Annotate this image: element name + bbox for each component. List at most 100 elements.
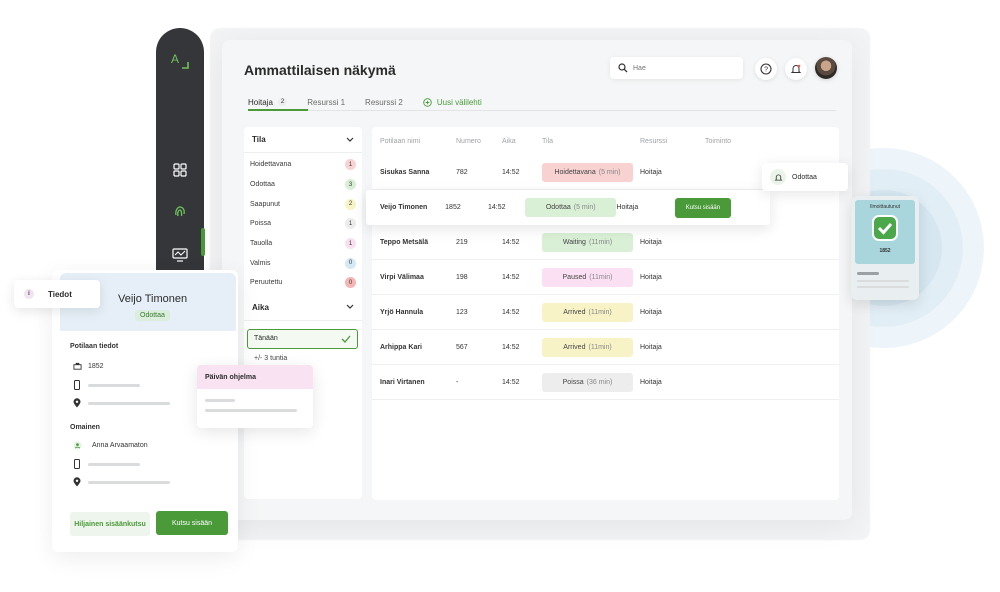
new-tab-label: Uusi välilehti (436, 97, 482, 107)
waiting-notification: Odottaa (762, 163, 848, 191)
new-tab-button[interactable]: Uusi välilehti (423, 98, 482, 107)
status-pill-label: Poissa (562, 378, 584, 386)
kiosk-number: 1852 (879, 248, 891, 254)
info-tab[interactable]: i Tiedot (14, 280, 100, 308)
status-filter-item[interactable]: Hoidettavana 1 (244, 155, 362, 175)
col-status: Tila (542, 137, 554, 145)
monitor-icon[interactable] (170, 245, 190, 265)
address-placeholder-line (88, 480, 170, 484)
table-header: Potilaan nimi Numero Aika Tila Resurssi … (372, 127, 839, 155)
info-icon: i (24, 289, 34, 299)
quiet-call-button[interactable]: Hiljainen sisäänkutsu (70, 512, 150, 536)
tab-resurssi-2[interactable]: Resurssi 2 (365, 94, 403, 110)
today-filter-option[interactable]: Tänään (247, 328, 358, 349)
patient-address-row (72, 398, 170, 408)
patient-name-cell: Yrjö Hannula (380, 308, 424, 316)
status-filter-label: Tauolla (250, 240, 273, 248)
table-row[interactable]: Veijo Timonen 1852 14:52 Odottaa (5 min) Hoit… (366, 190, 770, 225)
table-row[interactable]: Arhippa Kari 567 14:52 Arrived (11min) Hoitaj… (372, 330, 839, 365)
user-avatar[interactable] (815, 57, 837, 79)
col-name: Potilaan nimi (380, 137, 421, 145)
status-filter-item[interactable]: Peruutettu 0 (244, 273, 362, 293)
svg-text:?: ? (764, 67, 768, 74)
status-filter-item[interactable]: Poissa 1 (244, 214, 362, 234)
status-filter-label: Peruutettu (250, 279, 283, 287)
status-pill-label: Arrived (563, 343, 586, 351)
status-cell: Arrived (11min) (542, 337, 640, 357)
table-row[interactable]: Teppo Metsälä 219 14:52 Waiting (11min) Hoita… (372, 225, 839, 260)
status-pill-label: Hoidettavana (554, 168, 596, 176)
checkmark-badge-icon (872, 215, 898, 241)
active-tab-underline (248, 109, 308, 111)
status-pill: Waiting (11min) (542, 232, 633, 252)
bell-icon (790, 64, 802, 73)
status-pill-duration: (11min) (588, 238, 613, 246)
resource-cell: Hoitaja (616, 204, 639, 211)
status-pill-duration: (36 min) (586, 378, 613, 386)
patient-phone-row (72, 380, 140, 390)
status-pill: Odottaa (5 min) (525, 198, 617, 217)
resource-cell: Hoitaja (640, 308, 662, 316)
status-cell: Hoidettavana (5 min) (542, 162, 640, 182)
plus-circle-icon (423, 97, 432, 107)
phone-placeholder-line (88, 383, 140, 387)
tab-count: 2 (277, 98, 288, 106)
notifications-button[interactable] (785, 58, 807, 80)
status-cell: Paused (11min) (542, 267, 640, 287)
status-count-badge: 0 (345, 257, 356, 269)
stage: A Ammattilaisen näkymä ? Hoitaja2 Res (0, 0, 1000, 592)
help-button[interactable]: ? (755, 58, 777, 80)
status-filter-item[interactable]: Odottaa 3 (244, 175, 362, 195)
row-call-in-button[interactable]: Kutsu sisään (674, 197, 731, 218)
action-cell: Kutsu sisään (674, 197, 770, 218)
call-in-button[interactable]: Kutsu sisään (156, 511, 228, 535)
status-filter-label: Hoidettavana (250, 161, 292, 169)
patient-number: 1852 (88, 363, 104, 370)
tab-hoitaja[interactable]: Hoitaja 2 (248, 94, 288, 110)
status-filter-item[interactable]: Saapunut 2 (244, 194, 362, 214)
time-cell: 14:52 (502, 378, 520, 386)
status-cell: Odottaa (5 min) (525, 198, 617, 217)
status-filter-item[interactable]: Valmis 0 (244, 253, 362, 273)
table-row[interactable]: Inari Virtanen - 14:52 Poissa (36 min) Hoitaj… (372, 365, 839, 400)
time-filter-header[interactable]: Aika (244, 295, 362, 321)
location-pin-icon (72, 398, 82, 408)
search-input[interactable] (633, 64, 733, 72)
patient-info-heading: Potilaan tiedot (70, 343, 119, 350)
resource-cell: Hoitaja (640, 168, 662, 176)
status-pill-duration: (11min) (588, 308, 612, 316)
relative-heading: Omainen (70, 424, 100, 431)
check-icon (341, 335, 351, 343)
status-count-badge: 2 (345, 198, 356, 210)
time-cell: 14:52 (502, 238, 520, 246)
patient-name-cell: Virpi Välimaa (380, 273, 424, 281)
patient-number-cell: 198 (456, 273, 468, 281)
tab-bar: Hoitaja 2 Resurssi 1 Resurssi 2 Uusi väli… (248, 94, 482, 110)
status-pill-duration: (11min) (589, 273, 613, 281)
program-placeholder-line (205, 399, 235, 402)
time-filter-title: Aika (252, 302, 269, 312)
table-row[interactable]: Virpi Välimaa 198 14:52 Paused (11min) Hoitaj… (372, 260, 839, 295)
status-count-badge: 1 (345, 238, 356, 250)
status-count-badge: 3 (345, 179, 356, 191)
status-filter-item[interactable]: Tauolla 1 (244, 234, 362, 254)
sidebar-active-indicator (201, 228, 205, 256)
dashboard-icon[interactable] (170, 160, 190, 180)
status-pill: Paused (11min) (542, 267, 633, 287)
tab-label: Resurssi 1 (307, 97, 346, 107)
status-cell: Arrived (11min) (542, 302, 640, 322)
patient-name-cell: Teppo Metsälä (380, 238, 429, 246)
patient-name-cell: Inari Virtanen (380, 378, 425, 386)
page-title: Ammattilaisen näkymä (244, 62, 396, 78)
status-filter-header[interactable]: Tila (244, 127, 362, 153)
fingerprint-icon[interactable] (170, 202, 190, 222)
tab-resurssi-1[interactable]: Resurssi 1 (307, 94, 345, 110)
col-time: Aika (502, 137, 516, 145)
chevron-down-icon (346, 137, 354, 142)
today-label: Tänään (254, 335, 278, 343)
address-placeholder-line (88, 401, 170, 405)
table-row[interactable]: Yrjö Hannula 123 14:52 Arrived (11min) Hoitaj… (372, 295, 839, 330)
search-box[interactable] (610, 57, 743, 79)
time-cell: 14:52 (502, 168, 520, 176)
resource-cell: Hoitaja (640, 273, 662, 281)
